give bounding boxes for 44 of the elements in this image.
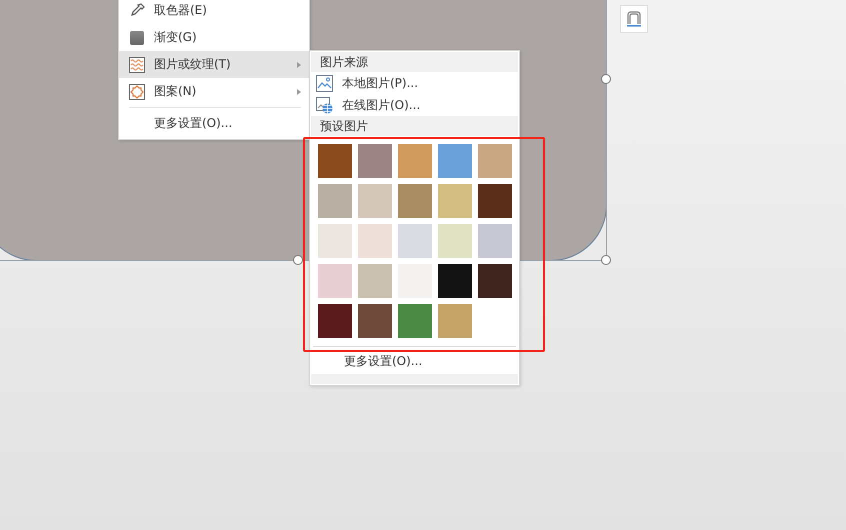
texture-swatch[interactable]	[398, 224, 432, 258]
texture-swatch[interactable]	[478, 144, 512, 178]
texture-swatch[interactable]	[318, 224, 352, 258]
gradient-icon	[129, 30, 145, 46]
menu-item[interactable]: 本地图片(P)...	[310, 72, 519, 94]
arch-icon	[626, 11, 642, 27]
texture-swatch[interactable]	[438, 184, 472, 218]
section-header: 预设图片	[311, 116, 518, 136]
menu-item[interactable]: 取色器(E)	[119, 0, 309, 24]
texture-swatch[interactable]	[318, 184, 352, 218]
texture-swatch[interactable]	[478, 184, 512, 218]
texture-swatch[interactable]	[478, 264, 512, 298]
menu-item[interactable]: 在线图片(O)...	[310, 94, 519, 116]
menu-item[interactable]: 图案(N)	[119, 78, 309, 105]
texture-swatch[interactable]	[398, 184, 432, 218]
texture-swatch[interactable]	[318, 304, 352, 338]
texture-swatch[interactable]	[398, 144, 432, 178]
texture-icon	[129, 56, 145, 72]
resize-handle[interactable]	[601, 255, 611, 265]
online-image-icon	[316, 96, 333, 114]
texture-swatch[interactable]	[358, 264, 392, 298]
pattern-icon	[129, 84, 145, 100]
menu-item[interactable]: 更多设置(O)...	[119, 110, 309, 137]
section-header: 图片来源	[311, 52, 518, 72]
texture-swatch[interactable]	[318, 144, 352, 178]
menu-item[interactable]: 图片或纹理(T)	[119, 51, 309, 78]
resize-handle[interactable]	[293, 255, 303, 265]
texture-swatch[interactable]	[358, 224, 392, 258]
eyedropper-icon	[129, 2, 145, 18]
texture-swatch[interactable]	[478, 224, 512, 258]
menu-item[interactable]: 渐变(G)	[119, 24, 309, 51]
texture-swatch[interactable]	[398, 304, 432, 338]
resize-handle[interactable]	[601, 74, 611, 84]
texture-swatch[interactable]	[438, 304, 472, 338]
menu-item[interactable]: 更多设置(O)...	[310, 350, 519, 372]
texture-swatch[interactable]	[318, 264, 352, 298]
layout-options-button[interactable]	[620, 5, 648, 33]
texture-swatch[interactable]	[438, 224, 472, 258]
texture-swatch[interactable]	[358, 184, 392, 218]
texture-swatch[interactable]	[438, 144, 472, 178]
image-icon	[316, 74, 333, 92]
texture-swatch[interactable]	[358, 304, 392, 338]
texture-swatch[interactable]	[438, 264, 472, 298]
texture-swatch[interactable]	[358, 144, 392, 178]
